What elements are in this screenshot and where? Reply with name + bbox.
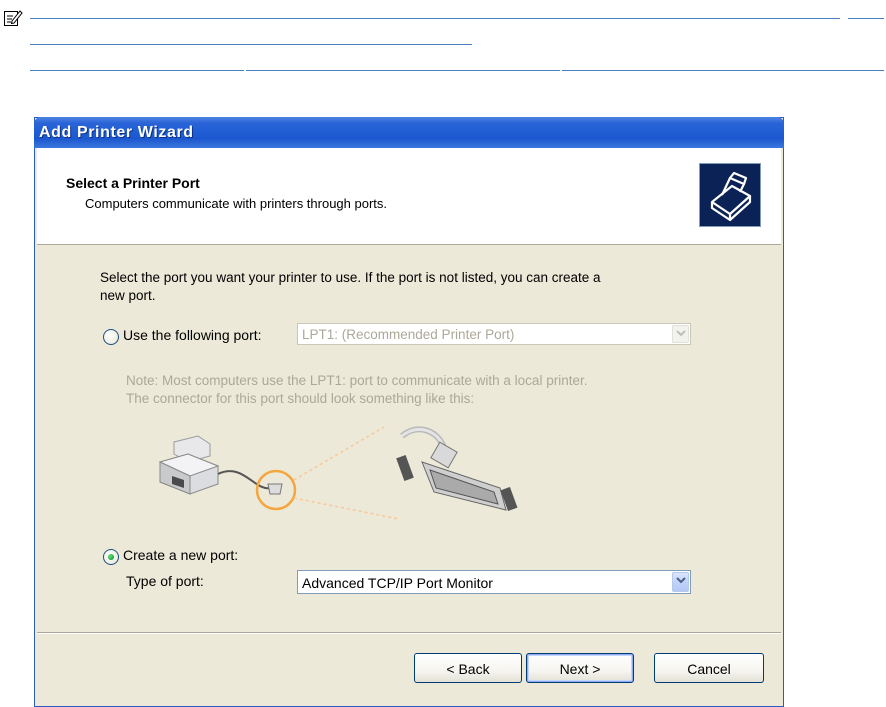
link-underline[interactable] [848,18,884,19]
window-title: Add Printer Wizard [39,124,194,141]
port-type-select-value: Advanced TCP/IP Port Monitor [302,575,493,591]
chevron-down-icon[interactable] [672,572,689,592]
port-select-value: LPT1: (Recommended Printer Port) [302,327,515,342]
port-note-line2: The connector for this port should look … [126,391,475,406]
add-printer-wizard-dialog: Add Printer Wizard Select a Printer Port… [34,117,784,707]
instructions-text-line2: new port. [100,288,156,303]
parallel-port-illustration [158,426,518,520]
link-underline[interactable] [30,18,840,19]
use-following-port-radio[interactable] [103,329,119,345]
type-of-port-label: Type of port: [126,573,204,589]
header-title: Select a Printer Port [66,175,200,191]
link-underline[interactable] [562,70,884,71]
printer-illustration-icon [158,435,220,495]
header-subtitle: Computers communicate with printers thro… [85,196,388,211]
db25-connector-illustration-icon [396,426,518,512]
port-select: LPT1: (Recommended Printer Port) [297,323,691,345]
button-divider [37,632,781,634]
printer-icon [699,163,761,227]
title-bar[interactable]: Add Printer Wizard [34,117,784,148]
instructions-text: Select the port you want your printer to… [100,270,601,285]
create-new-port-label[interactable]: Create a new port: [123,547,238,563]
use-following-port-label[interactable]: Use the following port: [123,327,262,343]
back-button[interactable]: < Back [414,653,522,683]
create-new-port-radio[interactable] [103,549,119,565]
chevron-down-icon [672,325,689,343]
note-pencil-icon [4,10,23,26]
link-underline[interactable] [30,70,244,71]
cancel-button[interactable]: Cancel [654,653,764,683]
link-underline[interactable] [30,44,472,45]
link-underline[interactable] [246,70,560,71]
next-button[interactable]: Next > [526,653,634,683]
port-note: Note: Most computers use the LPT1: port … [126,373,588,388]
wizard-header: Select a Printer Port Computers communic… [37,148,781,245]
port-type-select[interactable]: Advanced TCP/IP Port Monitor [297,570,691,594]
